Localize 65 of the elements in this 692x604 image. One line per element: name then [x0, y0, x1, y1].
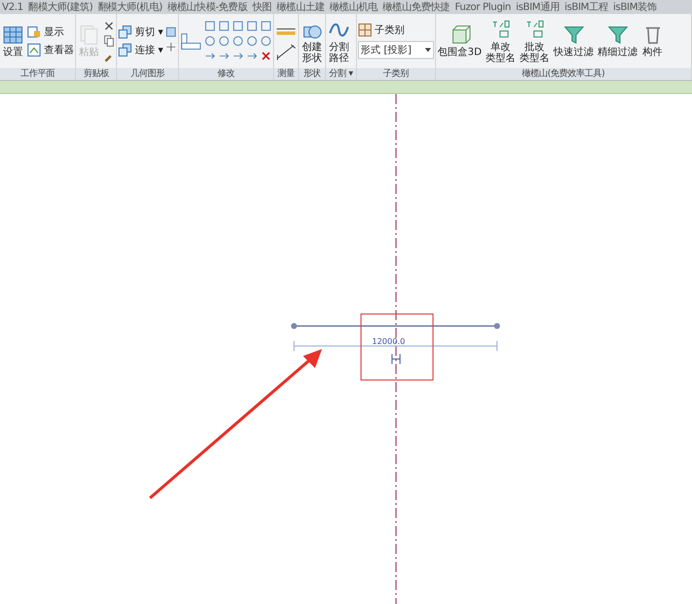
ribbon-button[interactable]: 包围盒3D — [436, 24, 483, 58]
ribbon-button[interactable]: 精细过滤 — [596, 24, 639, 58]
ribbon-tab[interactable]: 橄榄山机电 — [330, 0, 378, 14]
tool-icon[interactable] — [260, 35, 272, 47]
tool-icon[interactable] — [218, 20, 230, 32]
ribbon-tab[interactable]: isBIM装饰 — [613, 0, 657, 14]
panel-title: 分割 ▾ — [326, 68, 356, 80]
tool-icon[interactable] — [204, 35, 216, 47]
ribbon-button[interactable]: 单改 类型名 — [484, 18, 517, 64]
ribbon-tab[interactable]: 快图 — [252, 0, 272, 14]
funnel-icon — [606, 24, 629, 46]
dimension-value[interactable]: 12000.0 — [372, 337, 406, 346]
caret-icon — [424, 48, 431, 52]
ribbon-button[interactable]: 连接 ▾ — [118, 43, 164, 57]
tool-icon[interactable] — [260, 50, 272, 62]
ribbon-button[interactable]: 快速过滤 — [552, 24, 595, 58]
ribbon-tab[interactable]: Fuzor Plugin — [454, 2, 511, 12]
ribbon-tab[interactable]: 橄榄山快模-免费版 — [167, 0, 248, 14]
tool-icon[interactable] — [246, 20, 258, 32]
copy-icon[interactable] — [103, 35, 115, 47]
cut-icon[interactable] — [103, 20, 115, 32]
ribbon-button[interactable]: 创建 形状 — [300, 18, 324, 64]
ribbon-tab[interactable]: 翻模大师(建筑) — [28, 0, 93, 14]
ribbon-button[interactable]: 显示 — [27, 25, 74, 39]
panel-title: 几何图形 — [117, 68, 178, 80]
ribbon-button[interactable]: 设置 — [1, 24, 25, 58]
tool-icon[interactable] — [218, 35, 230, 47]
panel-title: 子类别 — [356, 68, 435, 80]
tool-icon[interactable] — [232, 35, 244, 47]
ribbon-tab[interactable]: 翻模大师(机电) — [98, 0, 162, 14]
viewer-icon — [27, 43, 41, 57]
ribbon-button[interactable]: 查看器 — [27, 43, 74, 57]
align-icon[interactable] — [180, 32, 202, 50]
funnel-icon — [562, 24, 585, 46]
ribbon-button[interactable]: 子类别 — [358, 23, 434, 37]
shape-icon — [118, 25, 132, 39]
panel-title: 测量 — [274, 68, 298, 80]
dropdown-field[interactable]: 形式 [投影] — [358, 41, 434, 59]
ribbon-tab[interactable]: isBIM工程 — [564, 0, 608, 14]
ribbon-button[interactable]: 构件 — [640, 24, 665, 58]
shape-icon — [118, 43, 132, 57]
join-icon[interactable] — [165, 41, 178, 53]
measure-icon[interactable] — [275, 42, 298, 60]
ribbon-tab[interactable]: isBIM通用 — [516, 0, 560, 14]
ribbon-tab[interactable]: V2.1 — [2, 2, 24, 12]
panel-title: 工作平面 — [0, 68, 75, 80]
panel-title: 剪贴板 — [76, 68, 116, 80]
display-icon — [27, 25, 41, 39]
ribbon-tab[interactable]: 橄榄山免费快捷 — [382, 0, 450, 14]
flip-control-icon[interactable] — [392, 354, 400, 364]
tool-icon[interactable] — [204, 20, 216, 32]
grid-icon — [2, 24, 24, 46]
ribbon-button[interactable]: 剪切 ▾ — [118, 25, 164, 39]
pages-icon — [78, 24, 100, 46]
tool-icon[interactable] — [232, 20, 244, 32]
panel-title: 形状 — [299, 68, 326, 80]
ribbon-button[interactable]: 分割 路径 — [327, 18, 352, 64]
panel-title: 橄榄山(免费效率工具) — [436, 68, 691, 80]
level-line[interactable] — [291, 323, 500, 329]
subcategory-icon — [358, 23, 372, 37]
tool-icon[interactable] — [260, 20, 272, 32]
panel-title: 修改 — [179, 68, 274, 80]
tool-icon[interactable] — [246, 35, 258, 47]
ribbon-button[interactable]: 批改 类型名 — [518, 18, 551, 64]
ribbon-tab[interactable]: 橄榄山土建 — [276, 0, 325, 14]
